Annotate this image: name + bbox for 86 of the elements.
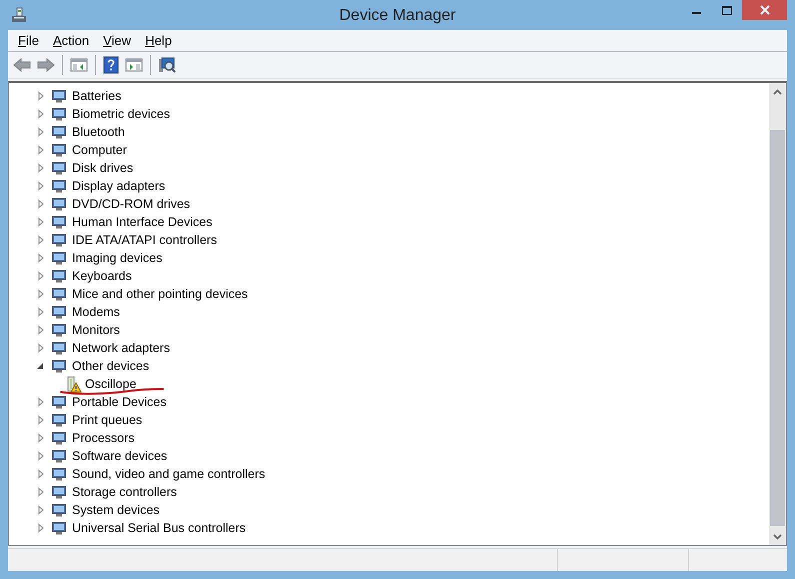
- menu-item[interactable]: Action: [46, 30, 96, 52]
- tree-item[interactable]: Disk drives: [70, 158, 136, 178]
- tree-item[interactable]: Mice and other pointing devices: [70, 284, 250, 304]
- expand-arrow-icon[interactable]: [36, 199, 46, 209]
- device-icon: [51, 520, 67, 536]
- expand-arrow-icon[interactable]: [36, 109, 46, 119]
- maximize-icon: [722, 6, 732, 16]
- device-icon: [51, 250, 67, 266]
- device-icon: [51, 196, 67, 212]
- menu-item[interactable]: View: [96, 30, 138, 52]
- app-icon: [10, 6, 28, 24]
- expand-arrow-icon[interactable]: [36, 397, 46, 407]
- tree-item[interactable]: System devices: [70, 500, 162, 520]
- window-title: Device Manager: [339, 6, 456, 26]
- device-icon: [51, 214, 67, 230]
- menu-item[interactable]: Help: [138, 30, 179, 52]
- device-icon: [51, 286, 67, 302]
- expand-arrow-icon[interactable]: [36, 235, 46, 245]
- tree-item[interactable]: Batteries: [70, 86, 124, 106]
- expand-arrow-icon[interactable]: [36, 433, 46, 443]
- expand-arrow-icon[interactable]: [36, 289, 46, 299]
- tree-item[interactable]: Imaging devices: [70, 248, 164, 268]
- tree-item[interactable]: Keyboards: [70, 266, 134, 286]
- device-icon: [51, 502, 67, 518]
- menu-item[interactable]: File: [11, 30, 46, 52]
- expand-arrow-icon[interactable]: [36, 253, 46, 263]
- tree-item[interactable]: Sound, video and game controllers: [70, 464, 268, 484]
- expand-arrow-icon[interactable]: [36, 307, 46, 317]
- tree-item[interactable]: Human Interface Devices: [70, 212, 214, 232]
- expand-arrow-icon[interactable]: [36, 127, 46, 137]
- expand-arrow-icon[interactable]: [36, 163, 46, 173]
- tree-item[interactable]: Display adapters: [70, 176, 168, 196]
- device-icon: [51, 484, 67, 500]
- device-icon: [51, 448, 67, 464]
- device-icon: [51, 106, 67, 122]
- device-icon: [51, 340, 67, 356]
- help-button[interactable]: [101, 54, 121, 76]
- tree-item[interactable]: Other devices: [70, 356, 152, 376]
- tree-item[interactable]: Bluetooth: [70, 122, 127, 142]
- close-button[interactable]: [742, 0, 787, 20]
- device-icon: [51, 268, 67, 284]
- scrollbar-thumb[interactable]: [770, 130, 785, 526]
- tree-item[interactable]: Processors: [70, 428, 137, 448]
- expand-arrow-icon[interactable]: [36, 487, 46, 497]
- tree-item[interactable]: Storage controllers: [70, 482, 179, 502]
- tree-item[interactable]: Print queues: [70, 410, 144, 430]
- expand-arrow-icon[interactable]: [36, 505, 46, 515]
- device-icon: [51, 178, 67, 194]
- expand-arrow-icon[interactable]: [36, 343, 46, 353]
- device-icon: [51, 412, 67, 428]
- expand-arrow-icon[interactable]: [36, 415, 46, 425]
- device-icon: [51, 430, 67, 446]
- expand-arrow-icon[interactable]: [36, 451, 46, 461]
- device-icon: [51, 232, 67, 248]
- tree-item[interactable]: Monitors: [70, 320, 122, 340]
- tree-item[interactable]: Computer: [70, 140, 129, 160]
- tree-item[interactable]: Modems: [70, 302, 122, 322]
- tree-item[interactable]: Oscillope: [83, 374, 138, 394]
- device-icon: [51, 142, 67, 158]
- tree-item[interactable]: IDE ATA/ATAPI controllers: [70, 230, 219, 250]
- collapse-arrow-icon[interactable]: [36, 361, 46, 371]
- device-icon: [51, 304, 67, 320]
- device-icon: [51, 466, 67, 482]
- tree-item[interactable]: Software devices: [70, 446, 170, 466]
- device-icon: [51, 358, 67, 374]
- tree-item[interactable]: Biometric devices: [70, 104, 172, 124]
- device-icon: [51, 160, 67, 176]
- device-icon: [51, 124, 67, 140]
- device-icon: [51, 322, 67, 338]
- expand-arrow-icon[interactable]: [36, 145, 46, 155]
- device-icon: [51, 88, 67, 104]
- tree-item[interactable]: Network adapters: [70, 338, 172, 358]
- expand-arrow-icon[interactable]: [36, 523, 46, 533]
- expand-arrow-icon[interactable]: [36, 325, 46, 335]
- forward-button[interactable]: [35, 55, 57, 75]
- tree-item[interactable]: Universal Serial Bus controllers: [70, 518, 248, 538]
- expand-arrow-icon[interactable]: [36, 469, 46, 479]
- expand-arrow-icon[interactable]: [36, 91, 46, 101]
- tree-item[interactable]: Portable Devices: [70, 392, 168, 412]
- tree-item[interactable]: DVD/CD-ROM drives: [70, 194, 192, 214]
- expand-arrow-icon[interactable]: [36, 217, 46, 227]
- device-icon: [51, 394, 67, 410]
- expand-arrow-icon[interactable]: [36, 271, 46, 281]
- close-icon: [760, 5, 770, 15]
- back-button[interactable]: [11, 55, 33, 75]
- expand-arrow-icon[interactable]: [36, 181, 46, 191]
